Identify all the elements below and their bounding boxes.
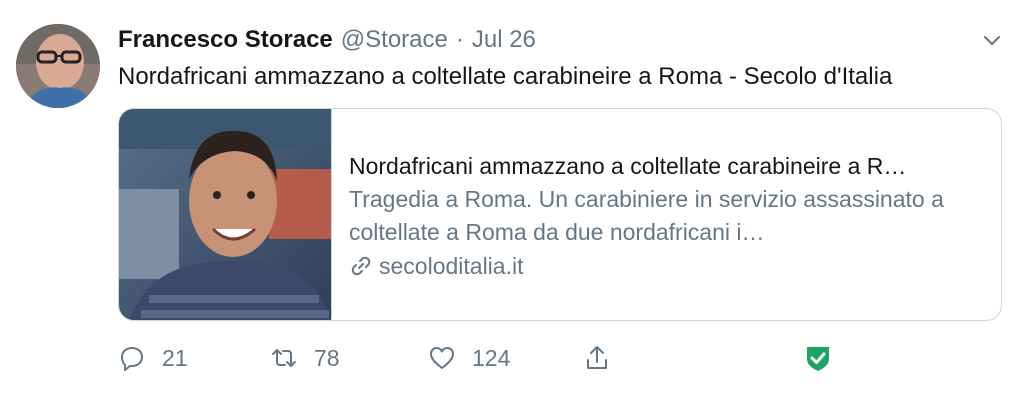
card-description: Tragedia a Roma. Un carabiniere in servi… <box>349 186 944 245</box>
share-button[interactable] <box>583 340 611 376</box>
card-domain-text: secoloditalia.it <box>379 253 524 279</box>
chevron-down-icon[interactable] <box>980 28 1004 52</box>
link-icon <box>351 256 371 276</box>
card-text: Nordafricani ammazzano a coltellate cara… <box>349 151 984 281</box>
avatar[interactable] <box>16 24 100 108</box>
tweet-date[interactable]: Jul 26 <box>472 26 536 54</box>
tweet-text: Nordafricani ammazzano a coltellate cara… <box>118 63 893 90</box>
author-name[interactable]: Francesco Storace <box>118 26 333 54</box>
card-image <box>119 109 332 320</box>
retweet-icon <box>272 349 296 367</box>
like-button[interactable]: 124 <box>428 340 510 376</box>
like-icon <box>430 347 454 369</box>
author-handle[interactable]: @Storace <box>341 26 448 54</box>
share-icon <box>587 346 607 369</box>
like-count: 124 <box>472 344 511 371</box>
shield-check-icon <box>807 347 829 371</box>
link-card[interactable]: Nordafricani ammazzano a coltellate cara… <box>118 108 1002 321</box>
tweet-header: Francesco Storace @Storace · Jul 26 <box>118 26 536 56</box>
tweet: Francesco Storace @Storace · Jul 26 Nord… <box>0 0 1024 402</box>
shield-badge[interactable] <box>804 340 832 376</box>
reply-icon <box>121 347 143 371</box>
reply-button[interactable]: 21 <box>118 340 188 376</box>
separator-dot: · <box>455 26 464 53</box>
card-domain: secoloditalia.it <box>349 251 984 281</box>
retweet-button[interactable]: 78 <box>270 340 340 376</box>
card-title: Nordafricani ammazzano a coltellate cara… <box>349 153 907 179</box>
reply-count: 21 <box>162 344 188 371</box>
retweet-count: 78 <box>314 344 340 371</box>
